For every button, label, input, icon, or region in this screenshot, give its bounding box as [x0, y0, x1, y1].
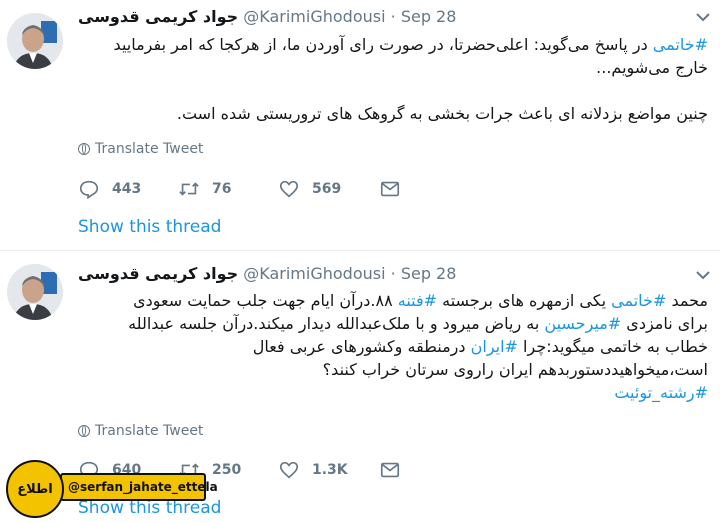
translate-label: Translate Tweet — [95, 423, 204, 439]
text-segment: ۸۸.درآن ایام جهت جلب حمایت سعودی — [133, 291, 398, 310]
watermark: @serfan_jahate_ettela اطلاع — [0, 455, 218, 523]
like-button[interactable]: 569 — [278, 177, 341, 201]
tweet-text-line: #خاتمی در پاسخ می‌گوید: اعلی‌حضرتا، در ص… — [78, 33, 708, 56]
tweet-text-line: #رشته_توئیت — [78, 381, 708, 404]
message-button[interactable] — [379, 458, 413, 482]
heart-icon — [279, 461, 299, 479]
avatar[interactable] — [7, 264, 63, 320]
hashtag-link[interactable]: #خاتمی — [611, 291, 666, 310]
show-thread-link[interactable]: Show this thread — [78, 217, 221, 237]
chevron-down-icon[interactable] — [696, 268, 710, 284]
author-handle[interactable]: @KarimiGhodousi — [243, 264, 385, 283]
retweet-count: 76 — [212, 181, 232, 197]
text-segment: محمد — [666, 291, 708, 310]
translate-tweet-link[interactable]: Translate Tweet — [78, 141, 203, 157]
text-segment: چنین مواضع بزدلانه ای باعث جرات بخشی به … — [176, 104, 708, 123]
hashtag-link[interactable]: #ایران — [471, 337, 518, 356]
retweet-count: 250 — [212, 462, 242, 478]
tweet-text-line: برای نامزدی #میرحسین به ریاض میرود و با … — [78, 312, 708, 335]
avatar[interactable] — [7, 13, 63, 69]
watermark-logo: اطلاع — [6, 460, 64, 518]
text-segment: یکی ازمهره های برجسته — [437, 291, 612, 310]
envelope-icon — [380, 462, 400, 478]
text-segment: به ریاض میرود و با ملک‌عبدالله دیدار میک… — [128, 314, 545, 333]
like-button[interactable]: 1.3K — [278, 458, 348, 482]
tweet-text-line: چنین مواضع بزدلانه ای باعث جرات بخشی به … — [78, 102, 708, 125]
tweet-actions: 443 76 569 — [78, 177, 428, 201]
tweet-text-line: خطاب به خاتمی میگوید:چرا #ایران درمنطقه … — [78, 335, 708, 358]
author-name[interactable]: جواد کریمی قدوسی — [78, 7, 238, 26]
reply-icon — [79, 180, 99, 200]
text-segment: خارج می‌شویم... — [596, 58, 708, 77]
author-handle[interactable]: @KarimiGhodousi — [243, 7, 385, 26]
tweet-text-line: خارج می‌شویم... — [78, 56, 708, 79]
reply-button[interactable]: 443 — [78, 177, 141, 201]
like-count: 569 — [312, 181, 342, 197]
text-segment: برای نامزدی — [621, 314, 708, 333]
text-segment: است،میخواهیددستوربدهم ایران راروی سرتان … — [322, 360, 708, 379]
hashtag-link[interactable]: #فتنه — [398, 291, 437, 310]
text-segment: در پاسخ می‌گوید: اعلی‌حضرتا، در صورت رای… — [113, 35, 653, 54]
tweet-date[interactable]: Sep 28 — [401, 264, 457, 283]
tweet-date[interactable]: Sep 28 — [401, 7, 457, 26]
globe-icon — [78, 425, 90, 437]
tweet-text-line: محمد #خاتمی یکی ازمهره های برجسته #فتنه … — [78, 289, 708, 312]
retweet-button[interactable]: 76 — [178, 177, 231, 201]
separator-dot: · — [390, 7, 396, 26]
tweet-text-line — [78, 79, 708, 102]
chevron-down-icon[interactable] — [696, 10, 710, 26]
separator-dot: · — [390, 264, 396, 283]
heart-icon — [279, 180, 299, 198]
translate-tweet-link[interactable]: Translate Tweet — [78, 423, 203, 439]
tweet-header: جواد کریمی قدوسی @KarimiGhodousi · Sep 2… — [78, 264, 456, 283]
watermark-handle: @serfan_jahate_ettela — [60, 473, 218, 501]
text-segment: درمنطقه وکشورهای عربی فعال — [252, 337, 471, 356]
hashtag-link[interactable]: #خاتمی — [653, 35, 708, 54]
envelope-icon — [380, 181, 400, 197]
globe-icon — [78, 143, 90, 155]
translate-label: Translate Tweet — [95, 141, 204, 157]
tweet-text-line: است،میخواهیددستوربدهم ایران راروی سرتان … — [78, 358, 708, 381]
like-count: 1.3K — [312, 462, 348, 478]
tweet-text: محمد #خاتمی یکی ازمهره های برجسته #فتنه … — [78, 289, 708, 404]
tweet-1[interactable]: جواد کریمی قدوسی @KarimiGhodousi · Sep 2… — [0, 0, 720, 251]
reply-count: 443 — [112, 181, 142, 197]
text-segment: خطاب به خاتمی میگوید:چرا — [517, 337, 708, 356]
hashtag-link[interactable]: #رشته_توئیت — [614, 383, 708, 402]
tweet-text: #خاتمی در پاسخ می‌گوید: اعلی‌حضرتا، در ص… — [78, 33, 708, 125]
retweet-icon — [179, 182, 199, 196]
message-button[interactable] — [379, 177, 413, 201]
author-name[interactable]: جواد کریمی قدوسی — [78, 264, 238, 283]
tweet-header: جواد کریمی قدوسی @KarimiGhodousi · Sep 2… — [78, 7, 456, 26]
hashtag-link[interactable]: #میرحسین — [544, 314, 621, 333]
